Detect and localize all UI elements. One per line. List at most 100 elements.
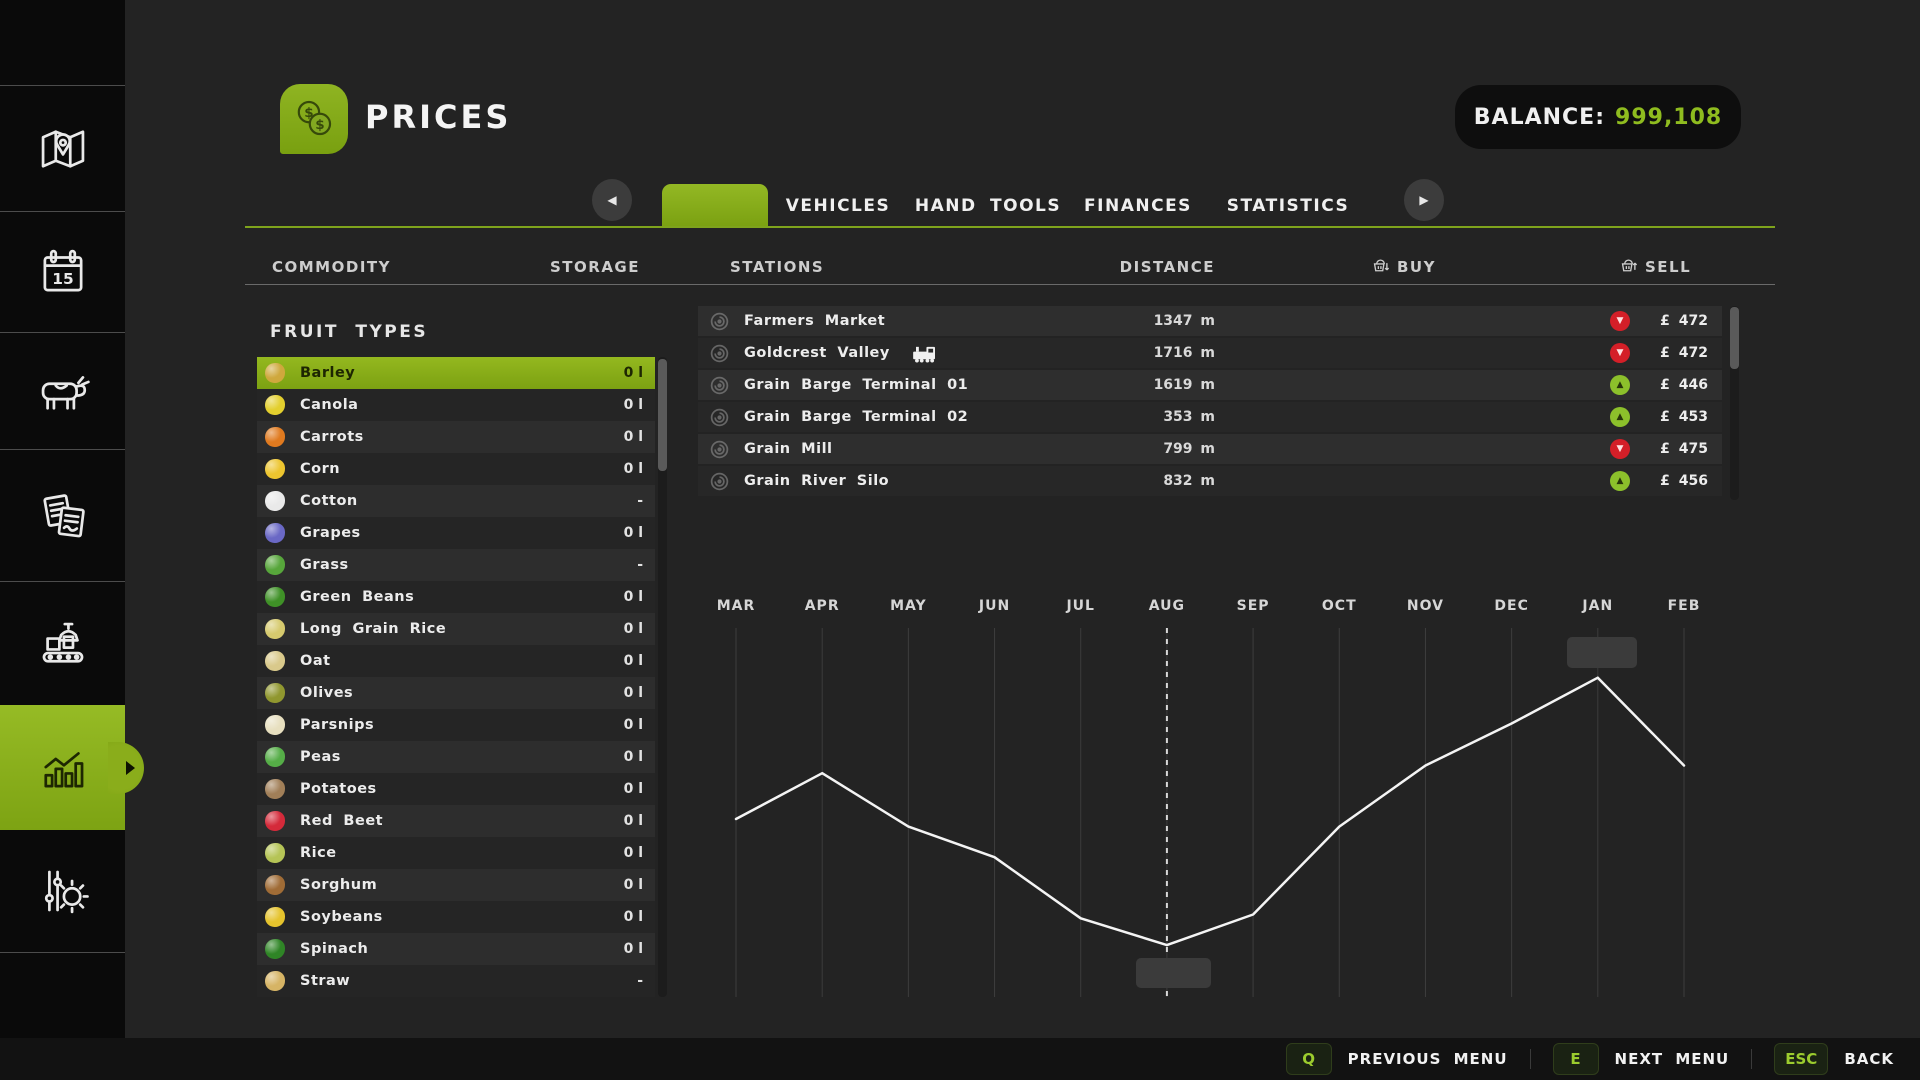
sidebar-item-animals[interactable] — [0, 333, 125, 450]
commodity-row[interactable]: Rice 0 l — [257, 837, 655, 869]
commodity-row[interactable]: Red Beet 0 l — [257, 805, 655, 837]
tabs-next-button[interactable]: ▶ — [1404, 179, 1444, 221]
station-hotspot-icon — [710, 472, 729, 490]
coins-icon: $ $ — [297, 100, 332, 136]
commodity-storage: 0 l — [623, 717, 643, 733]
key-esc-button[interactable]: ESC — [1774, 1043, 1829, 1075]
commodity-storage: 0 l — [623, 845, 643, 861]
chart-peak-tooltip — [1567, 637, 1637, 668]
tab-item[interactable]: VEHICLES — [763, 184, 913, 228]
station-row[interactable]: Grain River Silo 832 m £ 456 — [698, 466, 1722, 496]
commodity-row[interactable]: Long Grain Rice 0 l — [257, 613, 655, 645]
key-q-button[interactable]: Q — [1285, 1043, 1332, 1075]
tab-underline — [245, 226, 1775, 228]
header-separator — [245, 284, 1775, 285]
main-menu-sidebar: 15 — [0, 0, 144, 1080]
station-row[interactable]: Goldcrest Valley 1716 m £ 472 — [698, 338, 1722, 368]
commodity-name: Olives — [300, 685, 354, 701]
commodity-icon — [265, 427, 285, 447]
commodity-storage: 0 l — [623, 909, 643, 925]
footer-divider — [1751, 1049, 1753, 1069]
commodity-row[interactable]: Canola 0 l — [257, 389, 655, 421]
commodity-icon — [265, 939, 285, 959]
production-icon — [42, 622, 83, 663]
sell-basket-icon — [1621, 259, 1637, 272]
month-label: DEC — [1494, 598, 1529, 614]
station-scrollbar[interactable] — [1730, 306, 1739, 500]
commodity-icon — [265, 875, 285, 895]
commodity-row[interactable]: Potatoes 0 l — [257, 773, 655, 805]
commodity-row[interactable]: Parsnips 0 l — [257, 709, 655, 741]
station-row[interactable]: Farmers Market 1347 m £ 472 — [698, 306, 1722, 336]
station-distance: 832 m — [1163, 473, 1215, 489]
commodity-icon — [265, 747, 285, 767]
commodity-storage: - — [637, 493, 643, 509]
station-row[interactable]: Grain Mill 799 m £ 475 — [698, 434, 1722, 464]
commodity-row[interactable]: Sorghum 0 l — [257, 869, 655, 901]
station-name: Grain Barge Terminal 02 — [744, 409, 969, 425]
commodity-row[interactable]: Grapes 0 l — [257, 517, 655, 549]
commodity-row[interactable]: Olives 0 l — [257, 677, 655, 709]
commodity-name: Peas — [300, 749, 341, 765]
commodity-scrollbar-thumb[interactable] — [658, 359, 667, 471]
commodity-row[interactable]: Oat 0 l — [257, 645, 655, 677]
column-sell: SELL — [1620, 258, 1691, 276]
tab-item[interactable]: HAND TOOLS — [913, 184, 1063, 228]
commodity-icon — [265, 395, 285, 415]
station-list: Farmers Market 1347 m £ 472 Goldcrest Va… — [698, 306, 1722, 498]
tab-item[interactable]: FINANCES — [1063, 184, 1213, 228]
month-label: APR — [804, 598, 840, 614]
commodity-row[interactable]: Straw - — [257, 965, 655, 997]
price-trend-icon — [1610, 407, 1630, 427]
commodity-name: Carrots — [300, 429, 364, 445]
right-arrow-icon: ▶ — [1419, 193, 1429, 207]
tab-active-prices[interactable] — [662, 184, 768, 228]
commodity-scrollbar[interactable] — [658, 357, 667, 997]
station-distance: 353 m — [1163, 409, 1215, 425]
commodity-name: Canola — [300, 397, 359, 413]
column-commodity: COMMODITY — [272, 258, 391, 276]
month-label: JAN — [1582, 598, 1614, 614]
sidebar-item-calendar[interactable]: 15 — [0, 212, 125, 333]
sidebar-item-contracts[interactable] — [0, 450, 125, 582]
commodity-row[interactable]: Cotton - — [257, 485, 655, 517]
month-label: JUN — [978, 598, 1011, 614]
commodity-icon — [265, 523, 285, 543]
station-distance: 1619 m — [1153, 377, 1215, 393]
commodity-name: Grapes — [300, 525, 361, 541]
commodity-row[interactable]: Barley 0 l — [257, 357, 655, 389]
commodity-storage: 0 l — [623, 461, 643, 477]
key-e-button[interactable]: E — [1552, 1043, 1599, 1075]
commodity-row[interactable]: Green Beans 0 l — [257, 581, 655, 613]
commodity-name: Barley — [300, 365, 356, 381]
commodity-row[interactable]: Spinach 0 l — [257, 933, 655, 965]
commodity-storage: 0 l — [623, 941, 643, 957]
station-name: Goldcrest Valley — [744, 345, 890, 361]
commodity-name: Long Grain Rice — [300, 621, 447, 637]
station-row[interactable]: Grain Barge Terminal 02 353 m £ 453 — [698, 402, 1722, 432]
commodity-icon — [265, 907, 285, 927]
commodity-row[interactable]: Peas 0 l — [257, 741, 655, 773]
commodity-icon — [265, 555, 285, 575]
commodity-row[interactable]: Grass - — [257, 549, 655, 581]
station-scrollbar-thumb[interactable] — [1730, 307, 1739, 369]
page-title: PRICES — [365, 98, 512, 136]
back-label: BACK — [1844, 1050, 1894, 1068]
tabs-prev-button[interactable]: ◀ — [592, 179, 632, 221]
station-row[interactable]: Grain Barge Terminal 01 1619 m £ 446 — [698, 370, 1722, 400]
balance-value: 999,108 — [1615, 104, 1723, 130]
commodity-row[interactable]: Carrots 0 l — [257, 421, 655, 453]
commodity-row[interactable]: Soybeans 0 l — [257, 901, 655, 933]
sidebar-item-statistics[interactable] — [0, 705, 144, 830]
settings-icon — [44, 870, 89, 914]
sidebar-item-map[interactable] — [0, 85, 125, 212]
month-label: OCT — [1321, 598, 1357, 614]
sidebar-item-settings[interactable] — [0, 830, 125, 953]
commodity-name: Rice — [300, 845, 337, 861]
station-sell-price: £ 472 — [1660, 313, 1708, 329]
tab-item[interactable]: STATISTICS — [1213, 184, 1363, 228]
commodity-storage: 0 l — [623, 397, 643, 413]
commodity-row[interactable]: Corn 0 l — [257, 453, 655, 485]
price-history-chart — [734, 628, 1686, 997]
sidebar-item-production[interactable] — [0, 582, 125, 705]
